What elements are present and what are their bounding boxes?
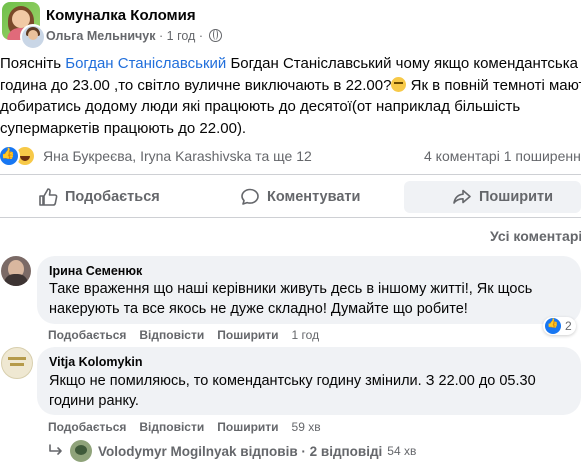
- post-time[interactable]: 1 год: [167, 29, 196, 43]
- post-line-3: добиратись додому люди які працюють до д…: [0, 98, 521, 115]
- post-line-4: супермаркетів працюють до 22.00).: [0, 119, 247, 137]
- group-name[interactable]: Комуналка Коломия: [46, 7, 196, 24]
- author-name[interactable]: Ольга Мельничук: [46, 29, 156, 43]
- thinking-emoji-icon: [391, 76, 407, 92]
- comment-actions: Подобається Відповісти Поширити 59 хв: [48, 420, 321, 434]
- speech-bubble-icon: [241, 188, 259, 205]
- divider: [0, 217, 581, 218]
- post-meta: Ольга Мельничук · 1 год ·: [46, 29, 223, 43]
- comment-time[interactable]: 59 хв: [292, 420, 321, 434]
- replier-avatar: [70, 440, 92, 462]
- separator-dot: ·: [159, 29, 164, 43]
- post-text: Поясніть Богдан Станіславський Богдан Ст…: [0, 53, 581, 139]
- comment-actions: Подобається Відповісти Поширити 1 год: [48, 328, 319, 342]
- author-avatar[interactable]: [20, 24, 46, 50]
- comment-reply-link[interactable]: Відповісти: [139, 328, 204, 342]
- share-arrow-icon: [453, 189, 471, 204]
- comment-author[interactable]: Ірина Семенюк: [49, 264, 142, 278]
- reply-arrow-icon: [49, 444, 62, 455]
- comment-reply-link[interactable]: Відповісти: [139, 420, 204, 434]
- post-line-2: година до 23.00 ,то світло вуличне виклю…: [0, 76, 581, 94]
- like-button[interactable]: Подобається: [38, 181, 178, 213]
- comment-time[interactable]: 1 год: [292, 328, 320, 342]
- reply-summary-text: Volodymyr Mogilnyak відповів · 2 відпові…: [98, 443, 383, 459]
- comment-share-link[interactable]: Поширити: [217, 328, 278, 342]
- dot-separator: ·: [198, 29, 203, 43]
- share-button[interactable]: Поширити: [404, 181, 581, 213]
- comment-like-link[interactable]: Подобається: [48, 420, 126, 434]
- view-replies-link[interactable]: Volodymyr Mogilnyak відповів · 2 відпові…: [48, 440, 416, 462]
- mention-link[interactable]: Богдан Станіславський: [65, 55, 226, 72]
- comment-text: Таке враження що наші керівники живуть д…: [49, 281, 533, 317]
- like-reaction-icon: [545, 318, 561, 334]
- comment-like-count[interactable]: 2: [543, 317, 576, 335]
- comment-button[interactable]: Коментувати: [240, 181, 380, 213]
- globe-icon: [209, 29, 223, 42]
- comment-share-counts[interactable]: 4 коментарі 1 поширення: [424, 148, 581, 164]
- comment-like-link[interactable]: Подобається: [48, 328, 126, 342]
- thumbs-up-icon: [39, 188, 58, 206]
- comments-sort-dropdown[interactable]: Усі коментарі: [490, 228, 581, 244]
- comment-text: Якщо не помиляюсь, то комендантську годи…: [49, 373, 536, 409]
- reply-time: 54 хв: [387, 444, 417, 458]
- comment-avatar[interactable]: [1, 256, 31, 286]
- divider: [0, 174, 581, 175]
- reaction-names[interactable]: Яна Букреєва, Iryna Karashivska та ще 12: [43, 148, 312, 164]
- comment-author[interactable]: Vitja Kolomykin: [49, 355, 143, 369]
- comment-avatar[interactable]: [1, 347, 33, 379]
- post-line-1: Поясніть Богдан Станіславський Богдан Ст…: [0, 55, 578, 72]
- comment-share-link[interactable]: Поширити: [217, 420, 278, 434]
